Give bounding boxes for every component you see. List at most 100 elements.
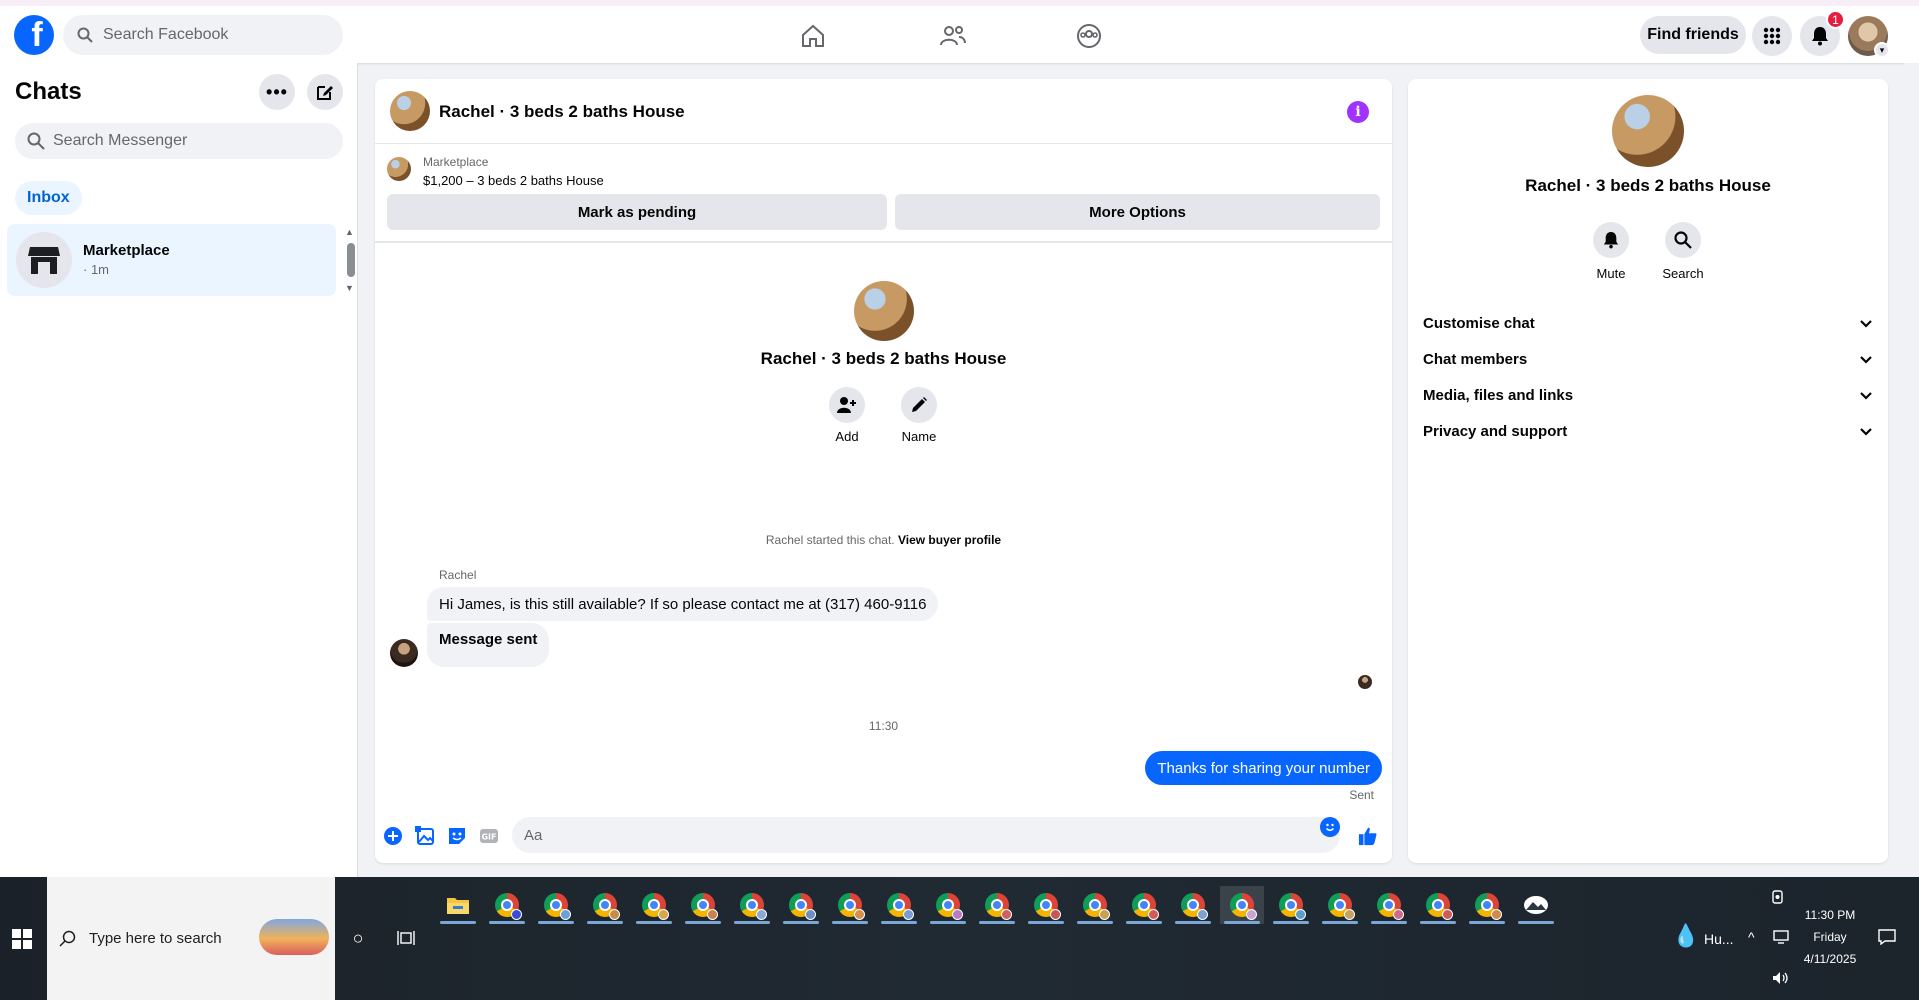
clock-time[interactable]: 11:30 PM <box>1800 908 1860 922</box>
search-icon <box>1674 231 1692 249</box>
facebook-logo[interactable]: f <box>14 15 54 55</box>
chrome-icon[interactable] <box>828 886 872 924</box>
customise-chat-section[interactable]: Customise chat <box>1423 305 1873 341</box>
edit-name-button[interactable]: Name <box>889 387 949 444</box>
chrome-icon[interactable] <box>1220 886 1264 924</box>
photos-icon[interactable] <box>1514 886 1558 924</box>
section-label: Customise chat <box>1423 314 1535 332</box>
gif-icon[interactable]: GIF <box>479 826 499 846</box>
listing-price-title[interactable]: $1,200 – 3 beds 2 baths House <box>423 173 604 188</box>
messenger-search-input[interactable]: Search Messenger <box>15 123 343 159</box>
photo-icon[interactable] <box>415 826 435 846</box>
chrome-icon[interactable] <box>1465 886 1509 924</box>
media-files-links-section[interactable]: Media, files and links <box>1423 377 1873 413</box>
mute-button[interactable]: Mute <box>1576 222 1646 281</box>
chrome-icon[interactable] <box>485 886 529 924</box>
bell-icon <box>1603 232 1619 249</box>
emoji-icon[interactable] <box>1320 817 1340 837</box>
clock-day[interactable]: Friday <box>1800 930 1860 944</box>
listing-thumbnail[interactable] <box>387 157 411 181</box>
home-nav-icon[interactable] <box>797 20 829 52</box>
message-timestamp: 11:30 <box>868 719 899 733</box>
chrome-icon[interactable] <box>534 886 578 924</box>
weather-icon[interactable]: 💧 <box>1672 923 1699 949</box>
chrome-icon[interactable] <box>681 886 725 924</box>
file-explorer-icon[interactable] <box>436 886 480 924</box>
volume-icon[interactable] <box>1772 971 1790 988</box>
chrome-icon[interactable] <box>1318 886 1362 924</box>
chats-options-button[interactable]: ••• <box>259 74 295 110</box>
chrome-icon[interactable] <box>1416 886 1460 924</box>
conversation-panel: Rachel · 3 beds 2 baths House i Marketpl… <box>375 79 1392 863</box>
incoming-message-bubble[interactable]: Hi James, is this still available? If so… <box>427 587 939 621</box>
facebook-search-input[interactable]: Search Facebook <box>63 15 343 55</box>
find-friends-button[interactable]: Find friends <box>1640 16 1746 54</box>
intro-avatar <box>854 281 914 341</box>
chrome-icon[interactable] <box>1171 886 1215 924</box>
marketplace-store-icon <box>16 232 72 288</box>
chat-list-item[interactable]: Marketplace · 1m <box>7 224 336 296</box>
message-input-placeholder: Aa <box>524 826 543 844</box>
more-options-button[interactable]: More Options <box>895 194 1380 230</box>
bell-icon <box>1812 27 1828 46</box>
search-conversation-button[interactable]: Search <box>1648 222 1718 281</box>
chats-sidebar: Chats ••• Search Messenger Inbox Marketp… <box>0 63 358 877</box>
message-input[interactable]: Aa <box>512 817 1340 853</box>
groups-nav-icon[interactable] <box>1073 20 1105 52</box>
add-people-button[interactable]: Add <box>817 387 877 444</box>
tab-inbox[interactable]: Inbox <box>15 181 82 215</box>
windows-start-icon[interactable] <box>12 929 32 949</box>
chrome-icon[interactable] <box>926 886 970 924</box>
chrome-icon[interactable] <box>779 886 823 924</box>
task-view-icon[interactable] <box>395 927 417 949</box>
friends-nav-icon[interactable] <box>937 20 969 52</box>
search-icon <box>59 930 76 947</box>
mute-label: Mute <box>1596 266 1626 281</box>
incoming-message-bubble[interactable]: Message sent <box>427 623 550 667</box>
chat-list-scrollbar[interactable] <box>347 243 355 277</box>
privacy-support-section[interactable]: Privacy and support <box>1423 413 1873 449</box>
conversation-title[interactable]: Rachel · 3 beds 2 baths House <box>439 102 685 122</box>
sender-name: Rachel <box>439 568 477 582</box>
weather-text[interactable]: Hu... <box>1704 931 1734 947</box>
taskbar-search-placeholder: Type here to search <box>89 930 222 947</box>
chrome-icon[interactable] <box>975 886 1019 924</box>
cortana-icon[interactable]: ○ <box>347 927 369 949</box>
clock-date[interactable]: 4/11/2025 <box>1800 952 1860 966</box>
chrome-icon[interactable] <box>1122 886 1166 924</box>
chrome-icon[interactable] <box>877 886 921 924</box>
chrome-icon[interactable] <box>1367 886 1411 924</box>
sticker-icon[interactable] <box>447 826 467 846</box>
view-buyer-profile-link[interactable]: View buyer profile <box>898 533 1001 547</box>
taskbar-search-input[interactable]: Type here to search <box>47 877 335 1000</box>
new-message-button[interactable] <box>307 74 343 110</box>
facebook-search-placeholder: Search Facebook <box>103 26 229 43</box>
sender-avatar[interactable] <box>390 639 418 667</box>
chevron-up-icon[interactable]: ^ <box>1748 929 1755 945</box>
notification-center-icon[interactable] <box>1878 929 1896 948</box>
network-icon[interactable] <box>1772 929 1790 948</box>
chrome-icon[interactable] <box>1073 886 1117 924</box>
chevron-down-icon[interactable]: ▾ <box>1874 42 1890 58</box>
chrome-icon[interactable] <box>632 886 676 924</box>
facebook-top-bar: f Search Facebook Find friends 1 ▾ <box>0 0 1919 63</box>
thumbs-up-icon[interactable] <box>1358 826 1378 846</box>
conversation-avatar[interactable] <box>390 91 430 131</box>
chat-members-section[interactable]: Chat members <box>1423 341 1873 377</box>
chat-item-name: Marketplace <box>83 242 170 259</box>
plus-circle-icon[interactable] <box>383 826 403 846</box>
chrome-icon[interactable] <box>1269 886 1313 924</box>
mark-as-pending-button[interactable]: Mark as pending <box>387 194 887 230</box>
info-icon[interactable]: i <box>1347 101 1369 123</box>
menu-grid-button[interactable] <box>1752 16 1792 56</box>
page-scrollbar[interactable] <box>1904 63 1919 877</box>
chrome-icon[interactable] <box>583 886 627 924</box>
outgoing-message-bubble[interactable]: Thanks for sharing your number <box>1145 751 1382 785</box>
meet-now-icon[interactable] <box>1770 889 1786 908</box>
chrome-icon[interactable] <box>730 886 774 924</box>
chrome-icon[interactable] <box>1024 886 1068 924</box>
scroll-up-arrow[interactable]: ▲ <box>345 227 354 237</box>
scroll-down-arrow[interactable]: ▼ <box>345 283 354 293</box>
notification-badge: 1 <box>1826 10 1845 29</box>
add-person-icon <box>837 397 856 413</box>
